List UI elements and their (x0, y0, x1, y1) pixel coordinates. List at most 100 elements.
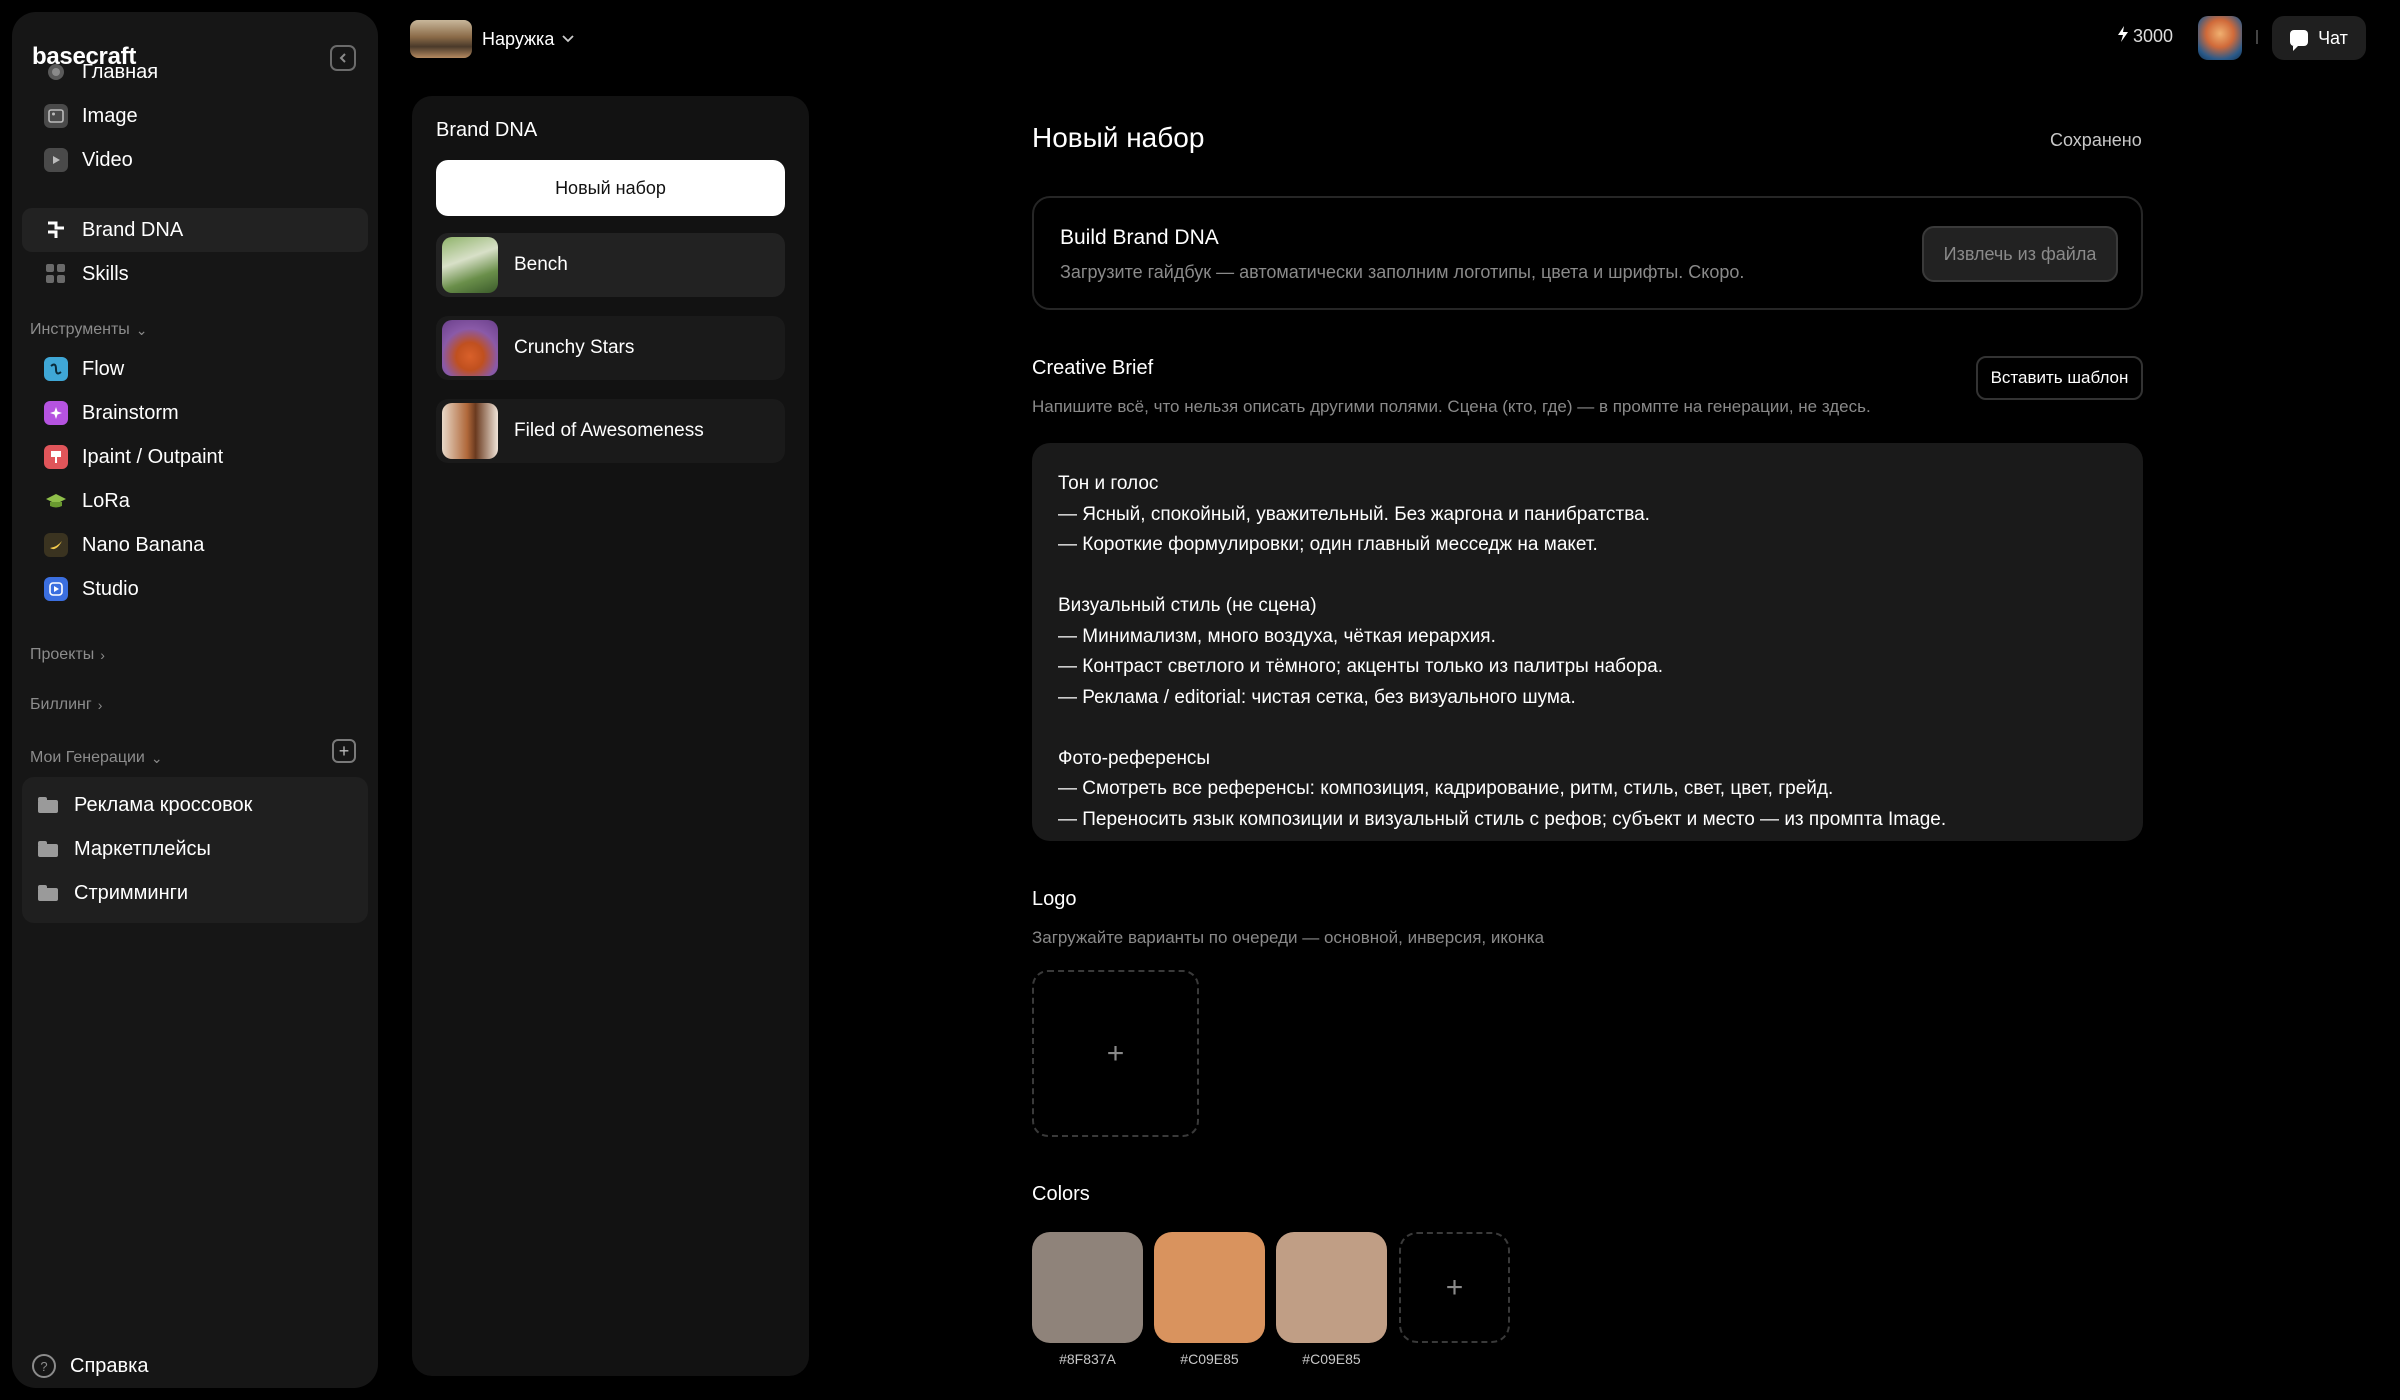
brainstorm-icon (44, 401, 68, 425)
folder-label: Реклама кроссовок (74, 793, 253, 816)
tool-item-lora[interactable]: LoRa (22, 479, 368, 523)
brand-item-bench[interactable]: Bench (436, 233, 785, 297)
brief-line: — Минимализм, много воздуха, чёткая иера… (1058, 625, 1496, 647)
color-swatch[interactable] (1154, 1232, 1265, 1343)
brush-icon (44, 445, 68, 469)
folder-label: Стримминги (74, 881, 189, 904)
folder-icon (38, 797, 58, 813)
projects-section-toggle[interactable]: Проекты › (30, 646, 105, 664)
tool-label: Ipaint / Outpaint (82, 445, 224, 468)
generation-folder-item[interactable]: Маркетплейсы (38, 829, 211, 869)
tool-item-inpaint-outpaint[interactable]: Ipaint / Outpaint (22, 435, 368, 479)
generations-list: Реклама кроссовок Маркетплейсы Стримминг… (22, 777, 368, 923)
tool-item-studio[interactable]: Studio (22, 567, 368, 611)
nav-label: Image (82, 104, 138, 127)
nav-item-image[interactable]: Image (22, 94, 368, 138)
color-swatch-hex: #C09E85 (1302, 1351, 1361, 1367)
tool-label: Nano Banana (82, 533, 205, 556)
logo-section-title: Logo (1032, 888, 1077, 910)
image-icon (44, 104, 68, 128)
brief-line (1058, 561, 2117, 592)
add-color-button[interactable]: + (1399, 1232, 1510, 1343)
brief-line (1058, 713, 2117, 744)
studio-play-icon (44, 577, 68, 601)
logo-upload-dropzone[interactable]: + (1032, 970, 1199, 1137)
tool-label: Flow (82, 357, 125, 380)
color-swatch[interactable] (1032, 1232, 1143, 1343)
nav-label: Video (82, 148, 133, 171)
brand-name: Filed of Awesomeness (514, 420, 704, 441)
build-description: Загрузите гайдбук — автоматически заполн… (1060, 262, 1745, 282)
tool-label: Brainstorm (82, 401, 179, 424)
tool-label: LoRa (82, 489, 130, 512)
insert-template-button[interactable]: Вставить шаблон (1976, 356, 2143, 400)
generation-folder-item[interactable]: Стримминги (38, 873, 188, 913)
project-name: Наружка (482, 28, 555, 49)
brand-dna-panel: Brand DNA Новый набор Bench Crunchy Star… (412, 96, 809, 1376)
credits-balance[interactable]: 3000 (2117, 26, 2173, 47)
brand-thumbnail (442, 237, 498, 293)
brand-dna-icon (44, 218, 68, 242)
question-icon: ? (32, 1354, 56, 1378)
brief-line: — Короткие формулировки; один главный ме… (1058, 534, 1598, 555)
chevron-down-icon: ⌄ (135, 321, 148, 338)
billing-label: Биллинг (30, 696, 92, 713)
build-brand-dna-card: Build Brand DNA Загрузите гайдбук — авто… (1032, 196, 2143, 310)
extract-from-file-button[interactable]: Извлечь из файла (1922, 226, 2118, 282)
help-link[interactable]: ? Справка (32, 1354, 148, 1378)
creative-brief-textarea[interactable]: Тон и голос — Ясный, спокойный, уважител… (1032, 443, 2143, 841)
flow-icon (44, 357, 68, 381)
skills-grid-icon (44, 262, 68, 286)
graduation-cap-icon (44, 489, 68, 513)
folder-icon (38, 841, 58, 857)
plus-icon: + (1445, 1270, 1464, 1304)
lightning-icon (2117, 26, 2129, 47)
brand-item-filed-of-awesomeness[interactable]: Filed of Awesomeness (436, 399, 785, 463)
creative-brief-title: Creative Brief (1032, 357, 1154, 379)
credits-value: 3000 (2133, 26, 2174, 46)
tools-section-label: Инструменты (30, 321, 130, 338)
chevron-down-icon: ⌄ (150, 749, 163, 766)
color-swatch-hex: #8F837A (1059, 1351, 1116, 1367)
brand-name: Bench (514, 254, 568, 275)
brief-line: — Смотреть все референсы: композиция, ка… (1058, 778, 1834, 799)
tool-item-nano-banana[interactable]: Nano Banana (22, 523, 368, 567)
new-set-button[interactable]: Новый набор (436, 160, 785, 216)
creative-brief-description: Напишите всё, что нельзя описать другими… (1032, 397, 1871, 416)
generations-label: Мои Генерации (30, 749, 145, 766)
colors-section-title: Colors (1032, 1183, 1090, 1205)
nav-item-home[interactable]: Главная (22, 50, 368, 94)
generations-section-toggle[interactable]: Мои Генерации ⌄ (30, 749, 163, 767)
nav-item-skills[interactable]: Skills (22, 252, 368, 296)
panel-title: Brand DNA (436, 119, 538, 141)
chat-bubble-icon (2290, 30, 2309, 51)
project-switcher[interactable]: Наружка (410, 20, 574, 58)
build-title: Build Brand DNA (1060, 226, 1219, 249)
chevron-right-icon: › (97, 697, 103, 713)
nav-label: Brand DNA (82, 218, 184, 241)
tool-item-brainstorm[interactable]: Brainstorm (22, 391, 368, 435)
save-status: Сохранено (2050, 130, 2142, 150)
add-generation-folder-button[interactable]: + (332, 739, 356, 763)
brief-line: Визуальный стиль (не сцена) (1058, 595, 1317, 616)
brand-item-crunchy-stars[interactable]: Crunchy Stars (436, 316, 785, 380)
chat-label: Чат (2318, 27, 2348, 48)
nav-label: Skills (82, 262, 129, 285)
nav-item-video[interactable]: Video (22, 138, 368, 182)
avatar[interactable] (2198, 16, 2242, 60)
folder-label: Маркетплейсы (74, 837, 211, 860)
brief-line: Тон и голос (1058, 473, 1159, 494)
nav-item-brand-dna[interactable]: Brand DNA (22, 208, 368, 252)
billing-section-toggle[interactable]: Биллинг › (30, 696, 102, 714)
tool-item-flow[interactable]: Flow (22, 347, 368, 391)
page-title: Новый набор (1032, 122, 1205, 153)
generation-folder-item[interactable]: Реклама кроссовок (38, 785, 252, 825)
help-label: Справка (70, 1354, 149, 1377)
tools-section-toggle[interactable]: Инструменты ⌄ (30, 321, 148, 339)
brand-name: Crunchy Stars (514, 337, 635, 358)
chat-button[interactable]: Чат (2272, 16, 2366, 60)
brief-line: — Контраст светлого и тёмного; акценты т… (1058, 656, 1663, 677)
tool-label: Studio (82, 577, 139, 600)
brief-line: — Ясный, спокойный, уважительный. Без жа… (1058, 503, 1650, 525)
color-swatch[interactable] (1276, 1232, 1387, 1343)
